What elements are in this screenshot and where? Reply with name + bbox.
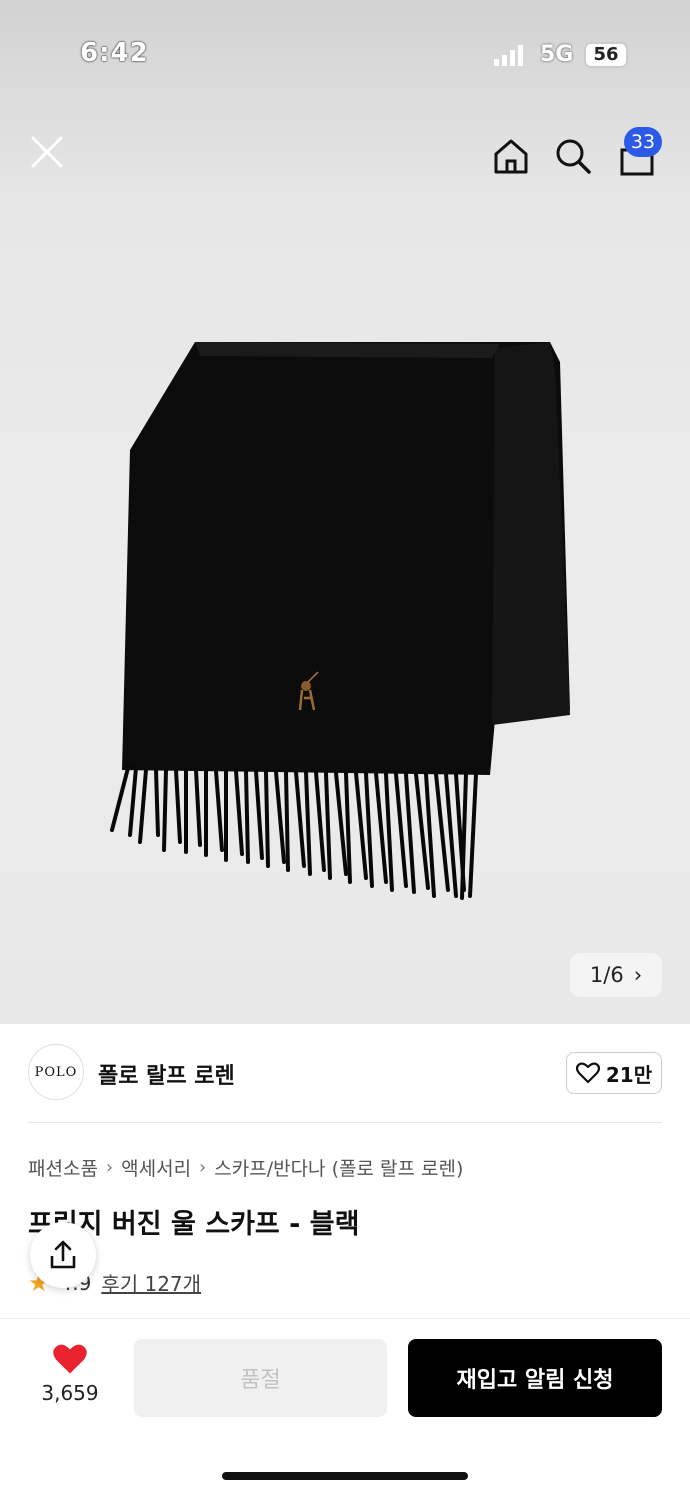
cart-count-badge: 33 [624, 127, 662, 157]
breadcrumb-item[interactable]: 스카프/반다나 (폴로 랄프 로렌) [214, 1154, 463, 1181]
home-icon [494, 139, 528, 174]
share-icon [50, 1240, 76, 1269]
brand-row[interactable]: POLO 폴로 랄프 로렌 21만 [28, 1044, 662, 1104]
chevron-right-icon: › [199, 1157, 207, 1178]
top-nav [0, 120, 690, 184]
breadcrumb-item[interactable]: 패션소품 [28, 1154, 98, 1181]
home-button[interactable] [486, 128, 536, 184]
close-icon [31, 136, 63, 168]
breadcrumb: 패션소품 › 액세서리 › 스카프/반다나 (폴로 랄프 로렌) [28, 1154, 463, 1181]
chevron-right-icon: › [105, 1157, 114, 1178]
battery-icon: 56 [584, 42, 628, 68]
heart-outline-icon [575, 1062, 600, 1084]
image-counter-text: 1/6 [589, 963, 624, 987]
wishlist-button[interactable]: 3,659 [30, 1343, 110, 1413]
close-button[interactable] [22, 124, 72, 180]
status-bar: 6:42 5G 56 [0, 0, 690, 110]
brand-like-count: 21만 [605, 1062, 653, 1087]
breadcrumb-item[interactable]: 액세서리 [121, 1154, 191, 1181]
search-button[interactable] [548, 128, 598, 184]
soldout-button[interactable]: 품절 [134, 1339, 387, 1417]
wishlist-count: 3,659 [41, 1381, 99, 1405]
brand-like-button[interactable]: 21만 [566, 1052, 662, 1094]
status-time: 6:42 [80, 38, 149, 68]
heart-filled-icon [53, 1344, 87, 1374]
brand-name[interactable]: 폴로 랄프 로렌 [98, 1058, 235, 1090]
product-image[interactable] [100, 330, 590, 910]
divider [28, 1122, 662, 1123]
search-icon [556, 139, 591, 174]
review-count-link[interactable]: 후기 127개 [101, 1268, 201, 1297]
restock-alert-button[interactable]: 재입고 알림 신청 [408, 1339, 662, 1417]
chevron-right-icon: › [633, 963, 643, 987]
status-network: 5G [540, 42, 574, 67]
image-counter[interactable]: 1/6 › [570, 953, 662, 997]
signal-icon [494, 45, 523, 66]
home-indicator [222, 1472, 468, 1480]
share-button[interactable] [30, 1222, 96, 1288]
brand-logo[interactable]: POLO [28, 1044, 84, 1100]
